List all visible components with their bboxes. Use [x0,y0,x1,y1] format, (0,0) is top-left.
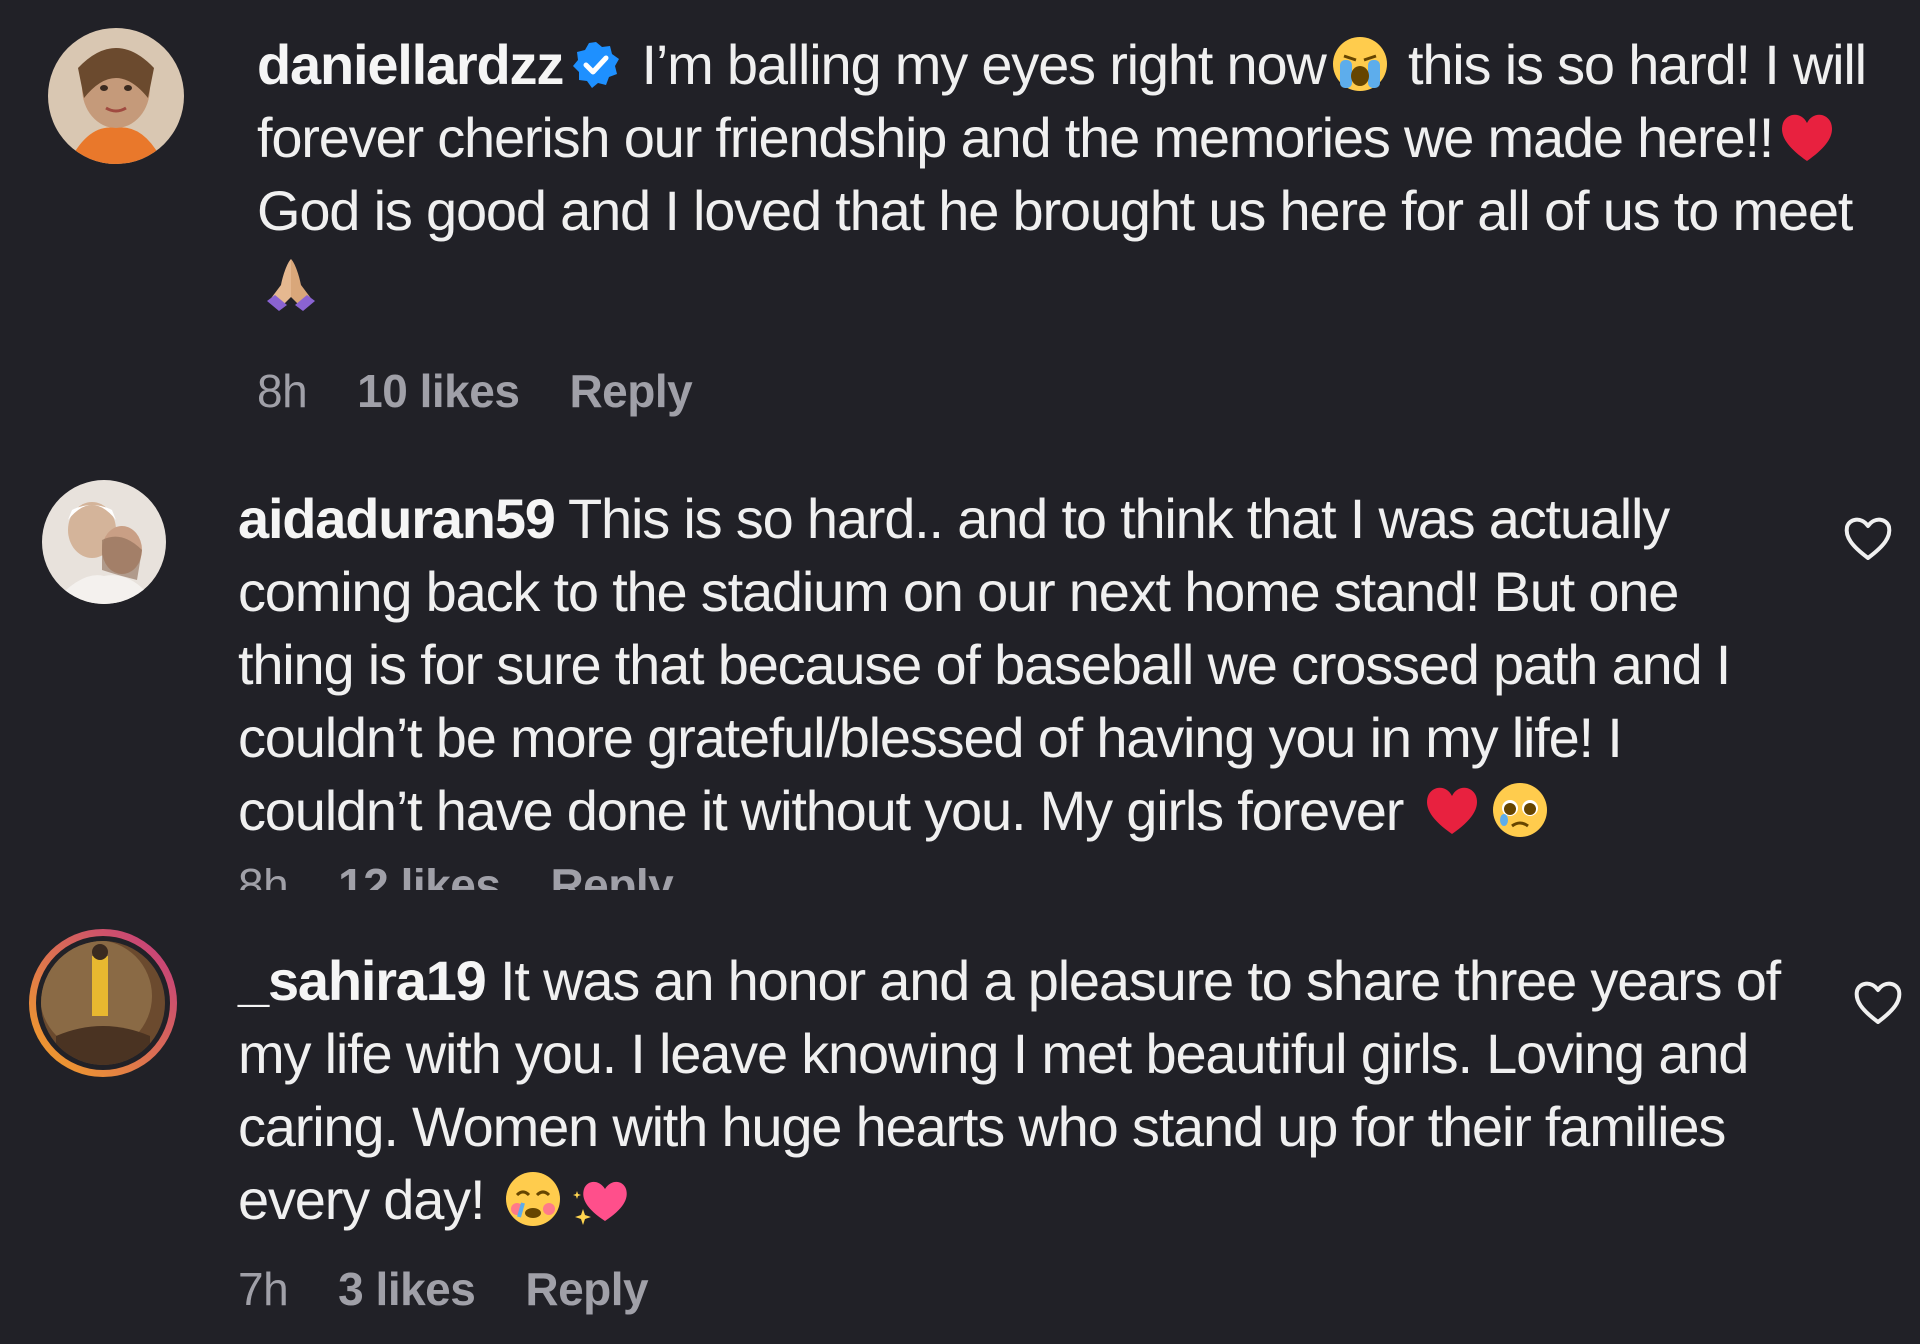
comment-username[interactable]: aidaduran59 [238,487,556,550]
comment-aidaduran59: aidaduran59 This is so hard.. and to thi… [0,470,1920,890]
comment-body: daniellardzz I’m balling my eyes right n… [257,28,1897,320]
comment-time: 8h [257,365,308,417]
folded-hands-icon [261,253,321,313]
comment-username[interactable]: _sahira19 [238,949,487,1012]
comment-_sahira19: _sahira19 It was an honor and a pleasure… [0,922,1920,1342]
avatar[interactable] [48,28,184,164]
comment-time: 8h [238,868,289,890]
reply-button[interactable]: Reply [550,868,673,890]
comment-likes[interactable]: 10 likes [357,364,520,418]
comment-body: _sahira19 It was an honor and a pleasure… [238,944,1808,1236]
reply-button[interactable]: Reply [569,364,692,418]
avatar-story-ring[interactable] [26,926,180,1080]
comment-likes[interactable]: 12 likes [338,868,501,890]
pleading-face-icon [1490,780,1550,840]
comment-meta: 8h 10 likes Reply [257,364,693,418]
comment-daniellardzz: daniellardzz I’m balling my eyes right n… [0,0,1920,440]
reply-button[interactable]: Reply [525,1262,648,1316]
loudly-crying-face-icon [1330,34,1390,94]
heart-outline-icon[interactable] [1842,514,1894,562]
red-heart-icon [1422,780,1482,840]
comment-body: aidaduran59 This is so hard.. and to thi… [238,482,1798,847]
comment-meta-clip: 8h 12 likes Reply [238,868,838,890]
red-heart-icon [1777,107,1837,167]
verified-badge-icon [571,34,621,88]
heart-outline-icon[interactable] [1852,978,1904,1026]
sparkling-heart-icon [571,1169,631,1229]
comment-meta: 8h 12 likes Reply [238,868,674,890]
avatar[interactable] [42,480,166,604]
comment-username[interactable]: daniellardzz [257,33,564,96]
comment-time: 7h [238,1263,289,1315]
comment-text: God is good and I loved that he brought … [257,179,1853,242]
comment-meta: 7h 3 likes Reply [238,1262,649,1316]
comment-likes[interactable]: 3 likes [338,1262,476,1316]
face-holding-back-tears-icon [503,1169,563,1229]
comment-text: I’m balling my eyes right now [641,33,1326,96]
